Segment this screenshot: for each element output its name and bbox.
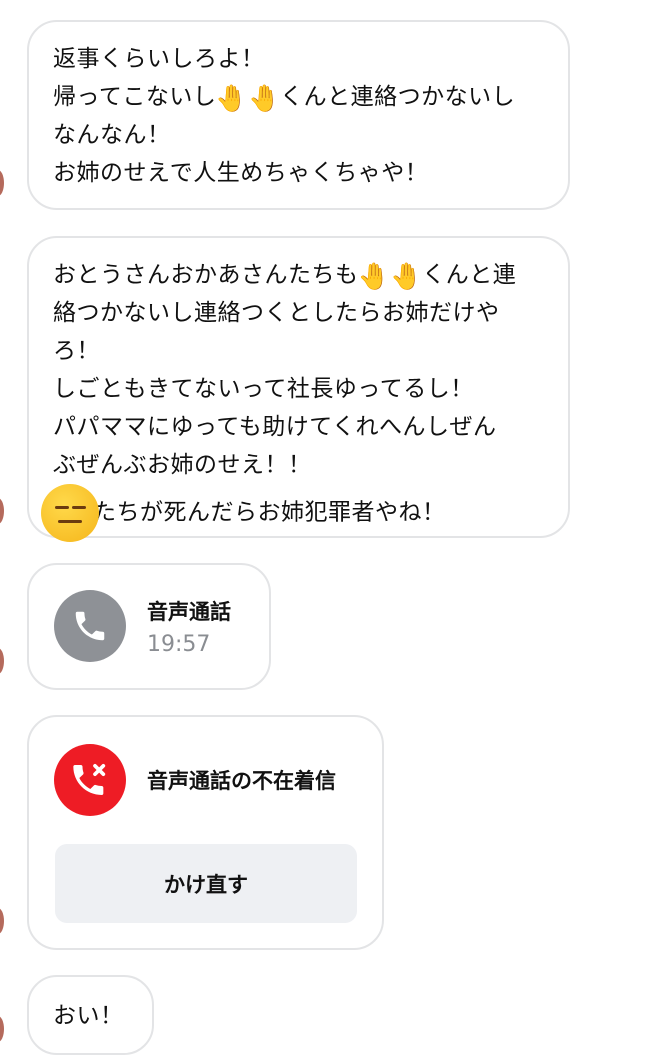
waving-hands-emoji: 🤚🤚 xyxy=(357,262,424,292)
avatar[interactable] xyxy=(0,648,4,674)
message-line: ろ！ xyxy=(53,338,100,364)
avatar[interactable] xyxy=(0,170,4,196)
expressionless-face-emoji xyxy=(41,484,99,542)
message-line: 返事くらいしろよ！ xyxy=(53,46,265,72)
call-back-button[interactable]: かけ直す xyxy=(55,844,357,923)
avatar[interactable] xyxy=(0,498,4,524)
call-title: 音声通話 xyxy=(147,599,231,624)
message-line: おとうさんおかあさんたちも🤚🤚くんと連 xyxy=(53,262,517,292)
message-line: しごともきてないって社長ゆってるし！ xyxy=(53,376,474,402)
message-line: たちが死んだらお姉犯罪者やね！ xyxy=(41,484,544,542)
call-title: 音声通話の不在着信 xyxy=(147,769,336,793)
missed-call-icon xyxy=(54,744,126,816)
message-line: お姉のせえで人生めちゃくちゃや！ xyxy=(53,160,429,186)
message-bubble[interactable]: 返事くらいしろよ！ 帰ってこないし🤚🤚くんと連絡つかないし なんなん！ お姉のせ… xyxy=(27,20,570,210)
avatar[interactable] xyxy=(0,908,4,934)
waving-hands-emoji: 🤚🤚 xyxy=(215,84,282,114)
voice-call-card[interactable]: 音声通話 19:57 xyxy=(27,563,271,690)
message-line: なんなん！ xyxy=(53,122,171,148)
message-bubble[interactable]: おい！ xyxy=(27,975,154,1055)
avatar[interactable] xyxy=(0,1016,4,1042)
message-line: ぶぜんぶお姉のせえ！！ xyxy=(53,452,312,478)
missed-call-card[interactable]: 音声通話の不在着信 かけ直す xyxy=(27,715,384,950)
phone-icon xyxy=(54,590,126,662)
message-line: 絡つかないし連絡つくとしたらお姉だけや xyxy=(53,300,500,326)
message-line: 帰ってこないし🤚🤚くんと連絡つかないし xyxy=(53,84,516,114)
message-line: おい！ xyxy=(53,1003,124,1029)
message-bubble[interactable]: おとうさんおかあさんたちも🤚🤚くんと連 絡つかないし連絡つくとしたらお姉だけや … xyxy=(27,236,570,542)
message-line: パパママにゆっても助けてくれへんしぜん xyxy=(53,414,497,440)
call-time: 19:57 xyxy=(147,631,211,657)
